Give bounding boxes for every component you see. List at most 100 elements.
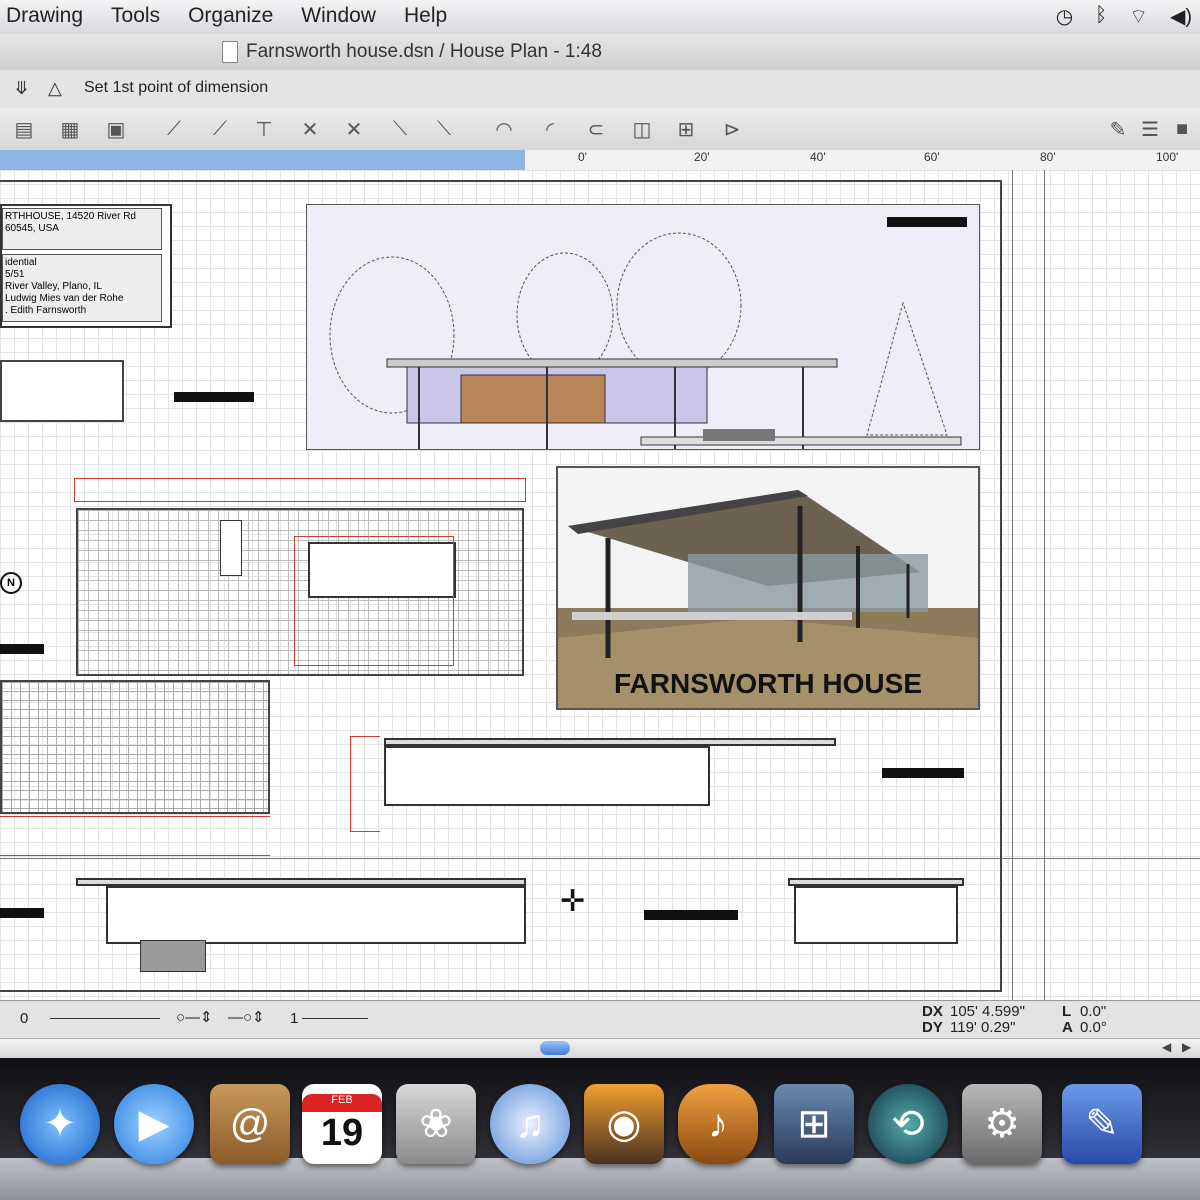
- safari-icon[interactable]: ✦: [20, 1084, 100, 1164]
- scale-value[interactable]: 1: [290, 1010, 298, 1027]
- south-elevation-roof[interactable]: [76, 878, 526, 886]
- menu-status-area: ◷ ᛒ ⌔ ◀): [1056, 4, 1192, 29]
- wall-tool-icon[interactable]: ⊂: [582, 116, 610, 142]
- align-tool-icon[interactable]: ▤: [10, 116, 38, 142]
- render-photo-panel[interactable]: FARNSWORTH HOUSE: [556, 466, 980, 710]
- fillet-tool-icon[interactable]: ⟋: [160, 116, 188, 142]
- window-title-bar[interactable]: Farnsworth house.dsn / House Plan - 1:48: [0, 34, 1200, 71]
- dimension-terrace[interactable]: [0, 816, 270, 856]
- horizontal-ruler[interactable]: 0' 20' 40' 60' 80' 100': [0, 150, 1200, 171]
- calendar-month: FEB: [302, 1093, 382, 1112]
- terrace-plan[interactable]: [0, 680, 270, 814]
- info-line: . Edith Farnsworth: [5, 305, 87, 316]
- ical-icon[interactable]: FEB 19: [302, 1084, 382, 1164]
- extend-tool-icon[interactable]: ✕: [340, 116, 368, 142]
- scroll-left-icon[interactable]: ◀: [1162, 1040, 1171, 1054]
- ichat-icon[interactable]: ▶: [114, 1084, 194, 1164]
- arc-tool-icon[interactable]: ◠: [490, 116, 518, 142]
- menu-drawing[interactable]: Drawing: [6, 4, 83, 28]
- menu-list: Drawing Tools Organize Window Help: [6, 4, 447, 28]
- ruler-tick: 0': [578, 150, 587, 164]
- dock-shelf: [0, 1158, 1200, 1200]
- scroll-right-icon[interactable]: ▶: [1182, 1040, 1191, 1054]
- preview-icon[interactable]: ✎: [1062, 1084, 1142, 1164]
- drawing-canvas[interactable]: RTHHOUSE, 14520 River Rd 60545, USA iden…: [0, 170, 1200, 1000]
- volume-icon[interactable]: ◀): [1170, 4, 1192, 29]
- title-block[interactable]: RTHHOUSE, 14520 River Rd 60545, USA iden…: [0, 204, 172, 328]
- guide-line: [1044, 170, 1045, 1000]
- east-elevation-roof[interactable]: [788, 878, 964, 886]
- scale-popup[interactable]: [302, 1018, 368, 1019]
- elevation-render-panel[interactable]: [306, 204, 980, 455]
- brush-tool-icon[interactable]: ✎: [1104, 116, 1132, 142]
- dimension-line-top[interactable]: [74, 478, 526, 502]
- cross-tool-icon[interactable]: ✕: [296, 116, 324, 142]
- south-elevation-steps[interactable]: [140, 940, 206, 972]
- south-elevation-wall[interactable]: [106, 886, 526, 944]
- length-label: L: [1062, 1003, 1072, 1020]
- block-tool-icon[interactable]: ◫: [628, 116, 656, 142]
- scale-bar: [882, 768, 964, 778]
- dx-value: 105' 4.599": [950, 1003, 1025, 1020]
- view-tool-icon[interactable]: ▣: [102, 116, 130, 142]
- drawing-toolbar: ▤ ▦ ▣ ⟋ ⟋ ⊤ ✕ ✕ ⟍ ⟍ ◠ ◜ ⊂ ◫ ⊞ ⊳ ✎ ☰ ■: [0, 108, 1200, 151]
- chamfer-tool-icon[interactable]: ⟋: [206, 116, 234, 142]
- iphoto-icon[interactable]: ❀: [396, 1084, 476, 1164]
- dimension-elevation[interactable]: [350, 736, 380, 832]
- itunes-icon[interactable]: ♫: [490, 1084, 570, 1164]
- split-tool-icon[interactable]: ⟍: [430, 116, 458, 142]
- scrollbar-thumb[interactable]: [540, 1041, 570, 1055]
- warning-icon: △: [48, 78, 62, 98]
- dimension-kitchen[interactable]: [294, 536, 454, 666]
- bluetooth-icon[interactable]: ᛒ: [1095, 4, 1107, 29]
- spaces-icon[interactable]: ⊞: [774, 1084, 854, 1164]
- time-machine-icon[interactable]: ◷: [1056, 4, 1073, 29]
- menu-tools[interactable]: Tools: [111, 4, 160, 28]
- elevation-render-drawing: [329, 232, 962, 455]
- north-arrow[interactable]: N: [0, 572, 22, 594]
- side-elevation-left[interactable]: [0, 360, 124, 422]
- ruler-tick: 20': [694, 150, 710, 164]
- curve-tool-icon[interactable]: ◜: [536, 116, 564, 142]
- address-book-icon[interactable]: @: [210, 1084, 290, 1164]
- ruler-tick: 60': [924, 150, 940, 164]
- ruler-tick: 80': [1040, 150, 1056, 164]
- menu-bar: Drawing Tools Organize Window Help ◷ ᛒ ⌔…: [0, 0, 1200, 35]
- line-weight-value[interactable]: 0: [20, 1010, 28, 1027]
- angle-snap-icon[interactable]: ⤋: [14, 78, 29, 99]
- layers-list-icon[interactable]: ☰: [1136, 116, 1164, 142]
- elevation-roof[interactable]: [384, 738, 836, 746]
- arrow-end-icon[interactable]: —○⇕: [228, 1008, 265, 1026]
- length-value: 0.0": [1080, 1003, 1107, 1020]
- color-swatch-icon[interactable]: ■: [1168, 116, 1196, 142]
- menu-window[interactable]: Window: [301, 4, 376, 28]
- east-elevation-wall[interactable]: [794, 886, 958, 944]
- layer-tool-icon[interactable]: ▦: [56, 116, 84, 142]
- ruler-selection: [0, 150, 525, 170]
- info-line: Ludwig Mies van der Rohe: [5, 293, 124, 304]
- menu-help[interactable]: Help: [404, 4, 447, 28]
- dining-table[interactable]: [220, 520, 242, 576]
- garageband-icon[interactable]: ♪: [678, 1084, 758, 1164]
- info-line: 5/51: [5, 269, 25, 280]
- frame-tool-icon[interactable]: ⊞: [672, 116, 700, 142]
- ruler-tick: 40': [810, 150, 826, 164]
- system-preferences-icon[interactable]: ⚙: [962, 1084, 1042, 1164]
- trim-tool-icon[interactable]: ⊤: [250, 116, 278, 142]
- wifi-icon[interactable]: ⌔: [1129, 4, 1148, 29]
- horizontal-scrollbar[interactable]: ◀ ▶: [0, 1038, 1200, 1059]
- dy-label: DY: [922, 1019, 943, 1036]
- time-machine-dock-icon[interactable]: ⟲: [868, 1084, 948, 1164]
- offset-tool-icon[interactable]: ⟍: [386, 116, 414, 142]
- menu-organize[interactable]: Organize: [188, 4, 273, 28]
- window-title: Farnsworth house.dsn / House Plan - 1:48: [246, 41, 602, 62]
- scale-bar: [644, 910, 738, 920]
- info-line: idential: [5, 257, 37, 268]
- title-block-details: idential 5/51 River Valley, Plano, IL Lu…: [2, 254, 162, 322]
- arrow-start-icon[interactable]: ○—⇕: [176, 1008, 213, 1026]
- line-style-popup[interactable]: [50, 1018, 160, 1019]
- elevation-glass-wall[interactable]: [384, 746, 710, 806]
- mirror-tool-icon[interactable]: ⊳: [718, 116, 746, 142]
- angle-value: 0.0°: [1080, 1019, 1107, 1036]
- image-capture-icon[interactable]: ◉: [584, 1084, 664, 1164]
